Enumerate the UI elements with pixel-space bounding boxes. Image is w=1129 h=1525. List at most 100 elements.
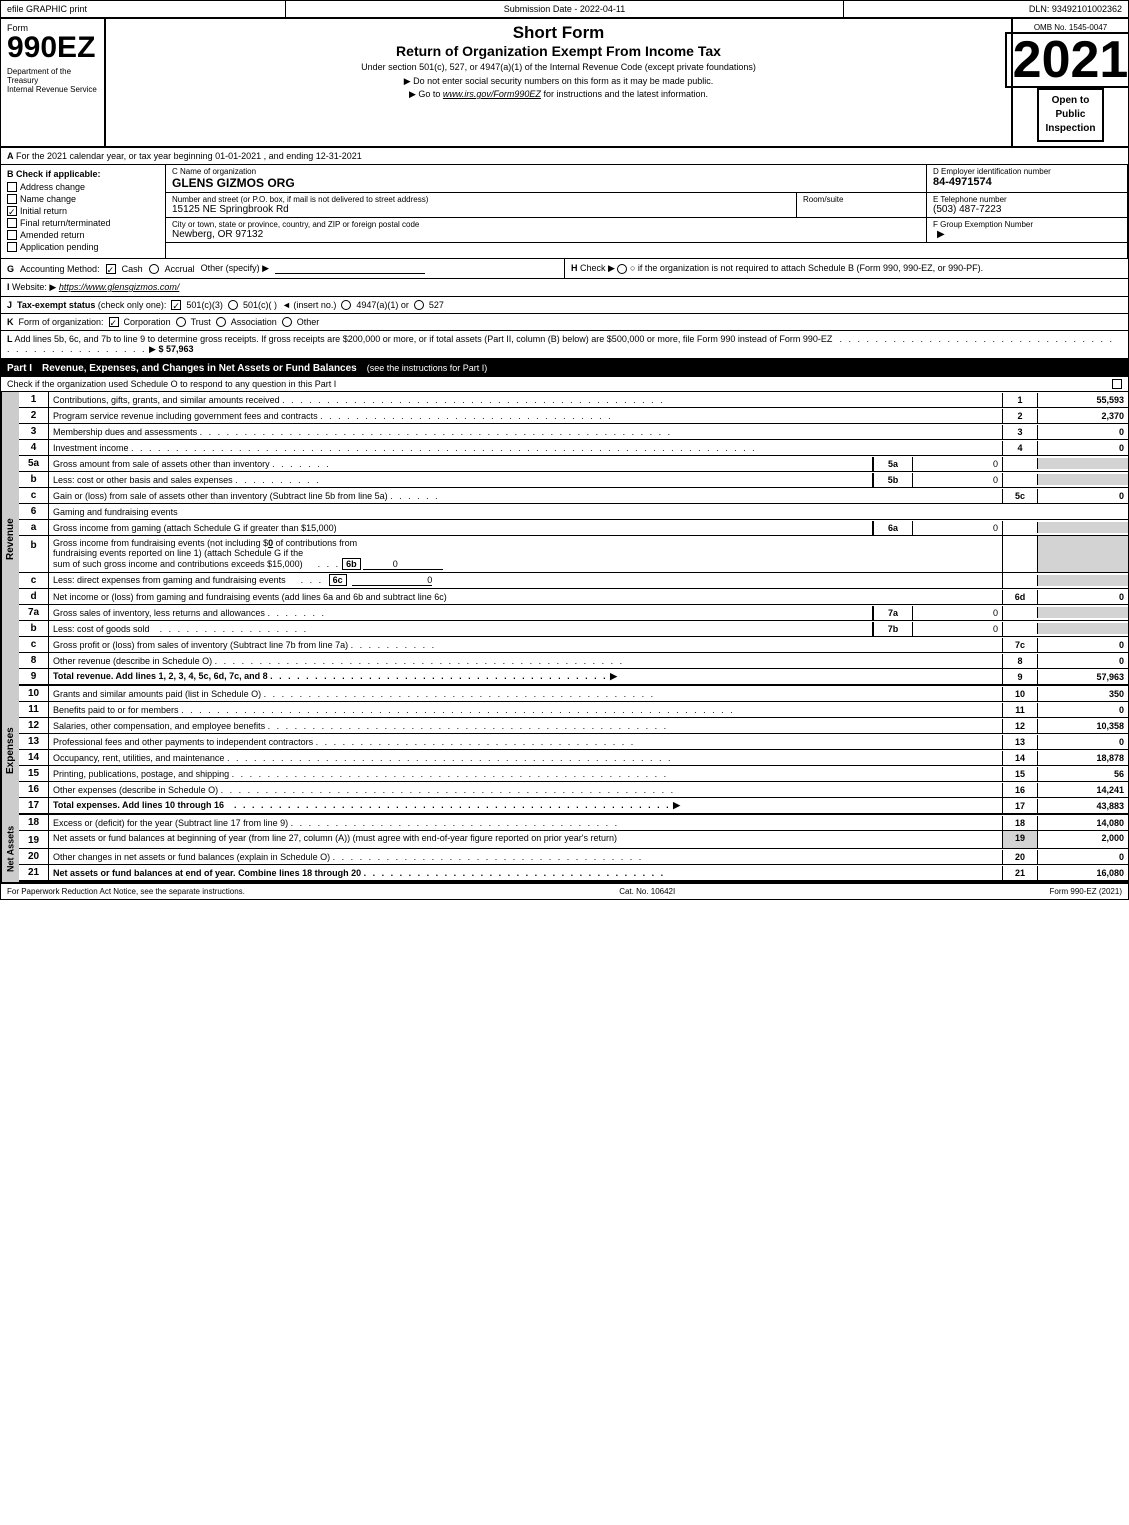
part1-header: Part I Revenue, Expenses, and Changes in… — [1, 360, 1128, 377]
row-3-num: 3 — [19, 424, 49, 439]
row-7a-desc: Gross sales of inventory, less returns a… — [49, 606, 873, 620]
row-8-num: 8 — [19, 653, 49, 668]
row-7c-desc: Gross profit or (loss) from sales of inv… — [49, 638, 1003, 652]
row-12: 12 Salaries, other compensation, and emp… — [19, 718, 1128, 734]
initial-return-row[interactable]: Initial return — [7, 206, 159, 216]
row-1-line: 1 — [1003, 393, 1038, 407]
section-j: J Tax-exempt status (check only one): 50… — [1, 297, 1128, 314]
accrual-radio[interactable] — [149, 264, 159, 274]
room-label: Room/suite — [803, 195, 920, 204]
address-label: Number and street (or P.O. box, if mail … — [172, 195, 790, 204]
paperwork-notice: For Paperwork Reduction Act Notice, see … — [7, 887, 245, 896]
row-12-desc: Salaries, other compensation, and employ… — [49, 719, 1003, 733]
501c3-label: 501(c)(3) — [186, 300, 223, 310]
row-6a: a Gross income from gaming (attach Sched… — [19, 520, 1128, 536]
application-pending-row[interactable]: Application pending — [7, 242, 159, 252]
website-url[interactable]: https://www.glensgizmos.com/ — [59, 282, 180, 292]
row-6a-subamount: 0 — [913, 521, 1003, 535]
footer: For Paperwork Reduction Act Notice, see … — [1, 882, 1128, 899]
corporation-checkbox[interactable] — [109, 317, 119, 327]
row-13: 13 Professional fees and other payments … — [19, 734, 1128, 750]
row-1: 1 Contributions, gifts, grants, and simi… — [19, 392, 1128, 408]
revenue-rows: 1 Contributions, gifts, grants, and simi… — [19, 392, 1128, 686]
row-13-desc: Professional fees and other payments to … — [49, 735, 1003, 749]
accounting-label: Accounting Method: — [20, 264, 100, 274]
501c3-checkbox[interactable] — [171, 300, 181, 310]
h-radio[interactable] — [617, 264, 627, 274]
association-radio[interactable] — [216, 317, 226, 327]
row-6d-desc: Net income or (loss) from gaming and fun… — [49, 590, 1003, 604]
row-6d-num: d — [19, 589, 49, 604]
irs-url[interactable]: www.irs.gov/Form990EZ — [443, 89, 541, 99]
row-14-desc: Occupancy, rent, utilities, and maintena… — [49, 751, 1003, 765]
final-return-row[interactable]: Final return/terminated — [7, 218, 159, 228]
row-19-desc: Net assets or fund balances at beginning… — [49, 831, 1003, 848]
row-10-num: 10 — [19, 686, 49, 701]
row-10-desc: Grants and similar amounts paid (list in… — [49, 687, 1003, 701]
name-change-checkbox[interactable] — [7, 194, 17, 204]
row-16: 16 Other expenses (describe in Schedule … — [19, 782, 1128, 798]
row-18-amount: 14,080 — [1038, 816, 1128, 830]
amended-return-row[interactable]: Amended return — [7, 230, 159, 240]
row-12-num: 12 — [19, 718, 49, 733]
row-2-num: 2 — [19, 408, 49, 423]
address-change-checkbox[interactable] — [7, 182, 17, 192]
section-h: H Check ▶ ○ if the organization is not r… — [565, 259, 1128, 278]
row-7c-amount: 0 — [1038, 638, 1128, 652]
row-20-line: 20 — [1003, 850, 1038, 864]
row-5c-desc: Gain or (loss) from sale of assets other… — [49, 489, 1003, 503]
row-6b-num: b — [19, 536, 49, 572]
row-10: 10 Grants and similar amounts paid (list… — [19, 686, 1128, 702]
row-5b-num: b — [19, 472, 49, 487]
4947-radio[interactable] — [341, 300, 351, 310]
row-15: 15 Printing, publications, postage, and … — [19, 766, 1128, 782]
section-g: G Accounting Method: Cash Accrual Other … — [1, 259, 565, 278]
address-change-row[interactable]: Address change — [7, 182, 159, 192]
cash-label: Cash — [122, 264, 143, 274]
row-6c: c Less: direct expenses from gaming and … — [19, 573, 1128, 589]
phone-label: E Telephone number — [933, 195, 1121, 204]
row-13-amount: 0 — [1038, 735, 1128, 749]
row-16-line: 16 — [1003, 783, 1038, 797]
row-3-amount: 0 — [1038, 425, 1128, 439]
row-8-amount: 0 — [1038, 654, 1128, 668]
row-13-line: 13 — [1003, 735, 1038, 749]
row-5a-desc: Gross amount from sale of assets other t… — [49, 457, 873, 471]
part1-subheader: Check if the organization used Schedule … — [1, 377, 1128, 392]
part1-see-instructions: (see the instructions for Part I) — [367, 363, 488, 374]
row-7a-line-empty — [1003, 607, 1038, 618]
schedule-o-checkbox[interactable] — [1112, 379, 1122, 389]
trust-radio[interactable] — [176, 317, 186, 327]
row-7a-subamount: 0 — [913, 606, 1003, 620]
row-16-desc: Other expenses (describe in Schedule O) … — [49, 783, 1003, 797]
row-6a-amount-empty — [1038, 522, 1128, 533]
city-value: Newberg, OR 97132 — [172, 229, 920, 240]
application-pending-label: Application pending — [20, 242, 99, 252]
initial-return-checkbox[interactable] — [7, 206, 17, 216]
check-label: Check if applicable: — [16, 169, 101, 179]
row-5b-subline: 5b — [873, 473, 913, 487]
row-17: 17 Total expenses. Add lines 10 through … — [19, 798, 1128, 815]
application-pending-checkbox[interactable] — [7, 242, 17, 252]
row-15-desc: Printing, publications, postage, and shi… — [49, 767, 1003, 781]
row-6c-amount-empty — [1038, 575, 1128, 586]
row-8: 8 Other revenue (describe in Schedule O)… — [19, 653, 1128, 669]
row-13-num: 13 — [19, 734, 49, 749]
expenses-section: Expenses 10 Grants and similar amounts p… — [1, 686, 1128, 815]
row-9-amount: 57,963 — [1038, 670, 1128, 684]
row-6c-line-empty — [1003, 575, 1038, 586]
other-org-label: Other — [297, 317, 320, 327]
final-return-checkbox[interactable] — [7, 218, 17, 228]
amended-return-checkbox[interactable] — [7, 230, 17, 240]
501c-radio[interactable] — [228, 300, 238, 310]
row-19-amount: 2,000 — [1038, 831, 1128, 848]
cash-checkbox[interactable] — [106, 264, 116, 274]
name-change-row[interactable]: Name change — [7, 194, 159, 204]
row-6: 6 Gaming and fundraising events — [19, 504, 1128, 520]
expenses-rows: 10 Grants and similar amounts paid (list… — [19, 686, 1128, 815]
insert-no: ◄ (insert no.) — [282, 300, 336, 310]
527-radio[interactable] — [414, 300, 424, 310]
row-4-desc: Investment income . . . . . . . . . . . … — [49, 441, 1003, 455]
other-radio[interactable] — [282, 317, 292, 327]
row-7a-num: 7a — [19, 605, 49, 620]
